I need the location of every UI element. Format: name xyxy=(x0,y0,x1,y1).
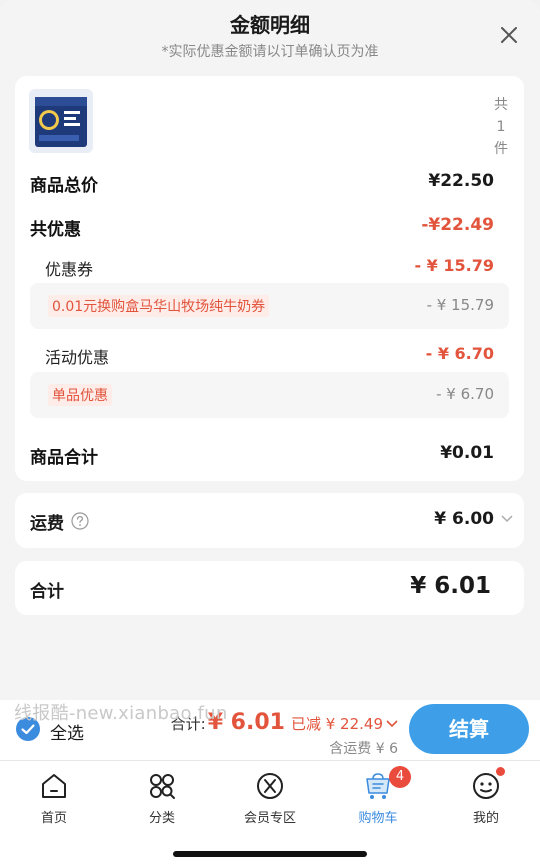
checkout-button[interactable]: 结算 xyxy=(409,704,529,754)
category-icon xyxy=(150,774,175,799)
promo-row: 活动优惠 - ¥ 6.70 xyxy=(15,344,524,370)
amount-detail-sheet: 金额明细 *实际优惠金额请以订单确认页为准 共 1 件 商品总价 ¥22.50 … xyxy=(0,0,540,700)
goods-total-row: 商品总价 ¥22.50 xyxy=(15,171,524,197)
discount-label: 共优惠 xyxy=(30,220,81,240)
close-icon[interactable] xyxy=(498,24,520,46)
sheet-subtitle: *实际优惠金额请以订单确认页为准 xyxy=(161,44,379,60)
watermark: 线报酷-new.xianbao.fun xyxy=(14,703,228,724)
chevron-down-icon[interactable] xyxy=(501,514,513,524)
total-label: 合计 xyxy=(30,582,64,602)
chevron-down-icon[interactable] xyxy=(386,719,398,729)
tab-cart-label: 购物车 xyxy=(358,811,398,826)
tab-home-label: 首页 xyxy=(40,811,67,826)
promo-value: - ¥ 6.70 xyxy=(425,344,494,363)
item-count-prefix: 共 xyxy=(494,97,508,113)
coupon-detail-value: - ¥ 15.79 xyxy=(426,296,494,314)
notification-dot xyxy=(496,767,505,776)
total-card: 合计 ¥ 6.01 xyxy=(15,561,524,615)
shipping-value: ¥ 6.00 xyxy=(434,509,494,529)
shipping-label: 运费 xyxy=(30,514,64,534)
coupon-value: - ¥ 15.79 xyxy=(414,256,494,275)
item-count-unit: 件 xyxy=(494,141,508,157)
milk-box-thumbnail xyxy=(29,89,93,153)
subtotal-value: ¥0.01 xyxy=(440,443,494,463)
total-value: ¥ 6.01 xyxy=(410,573,491,599)
item-count-number: 1 xyxy=(496,119,506,135)
tab-member-label: 会员专区 xyxy=(243,811,296,826)
checkout-discount-text: 已减 ¥ 22.49 xyxy=(290,715,383,733)
question-circle-icon[interactable] xyxy=(71,512,89,530)
sheet-header: 金额明细 *实际优惠金额请以订单确认页为准 xyxy=(0,0,540,72)
price-breakdown-card: 共 1 件 商品总价 ¥22.50 共优惠 -¥22.49 优惠券 - ¥ 15… xyxy=(15,76,524,481)
home-icon xyxy=(42,774,66,798)
cart-count-badge: 4 xyxy=(389,766,411,788)
tab-category-label: 分类 xyxy=(148,811,175,826)
item-count: 共 1 件 xyxy=(493,94,509,160)
promo-label: 活动优惠 xyxy=(45,348,110,367)
sheet-title: 金额明细 xyxy=(230,13,310,37)
goods-total-label: 商品总价 xyxy=(30,176,98,196)
tab-home[interactable]: 首页 xyxy=(0,761,108,831)
promo-detail: 单品优惠 - ¥ 6.70 xyxy=(30,372,509,418)
coupon-label: 优惠券 xyxy=(45,260,94,279)
coupon-row: 优惠券 - ¥ 15.79 xyxy=(15,256,524,282)
subtotal-label: 商品合计 xyxy=(30,448,98,468)
coupon-detail: 0.01元换购盒马华山牧场纯牛奶券 - ¥ 15.79 xyxy=(30,283,509,329)
goods-total-value: ¥22.50 xyxy=(428,171,494,191)
coupon-detail-tag: 0.01元换购盒马华山牧场纯牛奶券 xyxy=(48,295,270,317)
shipping-card[interactable]: 运费 ¥ 6.00 xyxy=(15,493,524,548)
discount-value: -¥22.49 xyxy=(421,215,494,235)
tab-category[interactable]: 分类 xyxy=(108,761,216,831)
discount-row: 共优惠 -¥22.49 xyxy=(15,215,524,241)
home-indicator xyxy=(173,851,367,857)
member-icon xyxy=(257,773,283,799)
tab-profile[interactable]: 我的 xyxy=(432,761,540,831)
shipping-note: 含运费 ¥ 6 xyxy=(329,741,398,757)
promo-detail-tag: 单品优惠 xyxy=(48,384,112,406)
profile-icon xyxy=(473,773,499,799)
tab-cart[interactable]: 购物车 xyxy=(324,761,432,831)
tab-member[interactable]: 会员专区 xyxy=(216,761,324,831)
product-thumbnail[interactable] xyxy=(29,89,93,153)
tab-profile-label: 我的 xyxy=(472,811,499,826)
promo-detail-value: - ¥ 6.70 xyxy=(436,385,494,403)
subtotal-row: 商品合计 ¥0.01 xyxy=(15,443,524,469)
